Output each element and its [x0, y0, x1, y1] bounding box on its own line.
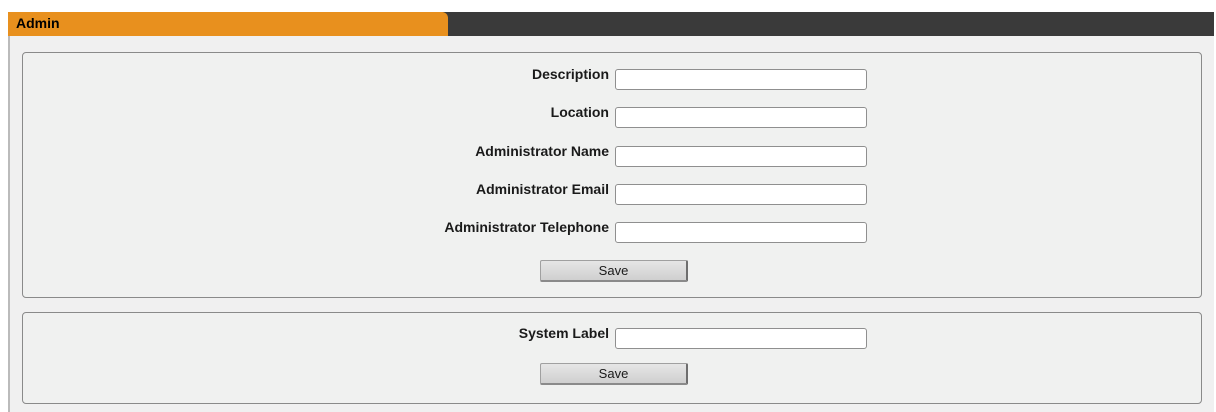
administrator-telephone-input[interactable]: [615, 222, 867, 243]
location-label: Location: [550, 104, 609, 120]
tab-admin[interactable]: Admin: [8, 12, 448, 36]
administrator-name-input[interactable]: [615, 146, 867, 167]
admin-save-button[interactable]: Save: [540, 260, 688, 282]
admin-content: Description Location Administrator Name …: [8, 36, 1214, 412]
description-row: Description: [23, 65, 1201, 90]
system-label-input[interactable]: [615, 328, 867, 349]
administrator-name-label: Administrator Name: [475, 143, 609, 159]
administrator-email-input[interactable]: [615, 184, 867, 205]
location-input[interactable]: [615, 107, 867, 128]
description-label: Description: [531, 66, 609, 82]
system-save-button[interactable]: Save: [540, 363, 688, 385]
administrator-telephone-label: Administrator Telephone: [444, 219, 609, 235]
admin-info-panel: Description Location Administrator Name …: [22, 52, 1202, 298]
description-input[interactable]: [615, 69, 867, 90]
system-label-panel: System Label Save: [22, 312, 1202, 404]
system-label-label: System Label: [518, 325, 609, 341]
administrator-telephone-row: Administrator Telephone: [23, 218, 1201, 243]
administrator-email-label: Administrator Email: [475, 181, 609, 197]
administrator-name-row: Administrator Name: [23, 142, 1201, 167]
location-row: Location: [23, 103, 1201, 128]
system-label-row: System Label: [23, 324, 1201, 349]
administrator-email-row: Administrator Email: [23, 180, 1201, 205]
tab-bar: Admin: [8, 12, 1214, 36]
